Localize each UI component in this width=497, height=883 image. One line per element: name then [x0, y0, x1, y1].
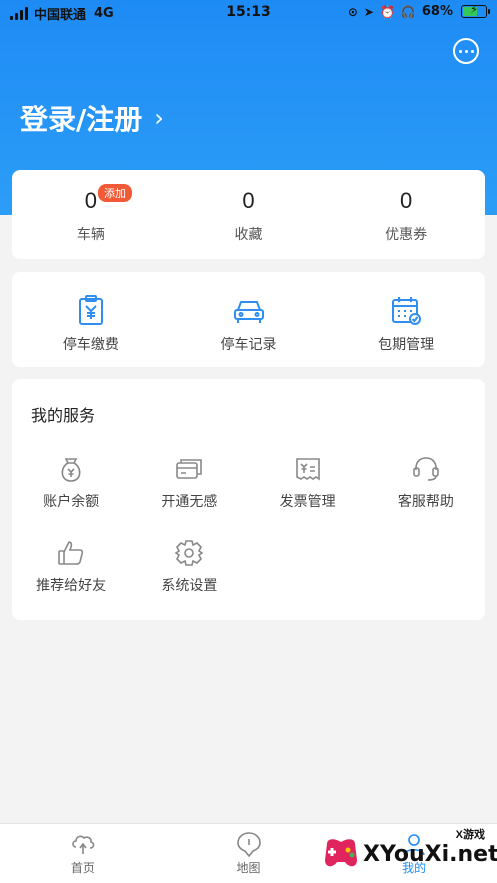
auto-pay-button[interactable]: 开通无感	[130, 453, 248, 511]
tab-map[interactable]: 地图	[166, 824, 332, 883]
account-balance-button[interactable]: 账户余额	[12, 453, 130, 511]
gear-icon	[130, 537, 248, 569]
login-register-link[interactable]: 登录/注册 ›	[20, 98, 164, 138]
money-bag-icon	[12, 453, 130, 485]
action-label: 停车记录	[220, 336, 277, 352]
quick-actions-card: 停车缴费 停车记录 包期管理	[12, 272, 485, 367]
status-bar: 中国联通 4G 15:13 ⊙ ➤ ⏰ 🎧 68% ⚡	[0, 0, 497, 26]
thumbs-up-icon	[12, 537, 130, 569]
service-label: 推荐给好友	[36, 577, 107, 593]
tab-label: 地图	[236, 861, 261, 875]
battery-icon: ⚡	[461, 3, 490, 18]
watermark-text: XYouXi.net	[363, 842, 497, 867]
battery-percent: 68%	[421, 4, 453, 19]
stat-coupons[interactable]: 0 优惠券	[327, 170, 485, 259]
map-pin-icon	[166, 832, 332, 858]
customer-service-button[interactable]: 客服帮助	[367, 453, 485, 511]
stat-label: 优惠券	[385, 226, 428, 242]
add-vehicle-badge[interactable]: 添加	[98, 184, 132, 202]
alarm-icon: ⏰	[379, 4, 395, 19]
watermark-small-text: X游戏	[455, 829, 485, 841]
tab-label: 首页	[70, 861, 95, 875]
parking-fee-button[interactable]: 停车缴费	[12, 272, 170, 367]
action-label: 包期管理	[378, 336, 435, 352]
parking-record-button[interactable]: 停车记录	[170, 272, 328, 367]
login-label: 登录/注册	[20, 103, 143, 136]
calendar-icon	[327, 294, 485, 326]
action-label: 停车缴费	[62, 336, 119, 352]
chevron-right-icon: ›	[154, 104, 164, 132]
parking-fee-icon	[12, 294, 170, 326]
invoice-management-button[interactable]: 发票管理	[249, 453, 367, 511]
package-management-button[interactable]: 包期管理	[327, 272, 485, 367]
stat-value: 0	[400, 188, 413, 213]
recommend-friend-button[interactable]: 推荐给好友	[12, 537, 130, 595]
headset-icon	[367, 453, 485, 485]
car-icon	[170, 294, 328, 326]
services-card: 我的服务 账户余额 开通无感 发票管理 客服帮助 推荐给好友 系统设置	[12, 379, 485, 620]
location-icon: ➤	[363, 4, 374, 19]
service-label: 账户余额	[43, 493, 100, 509]
card-icon	[130, 453, 248, 485]
service-label: 开通无感	[161, 493, 218, 509]
chat-bubble-icon	[458, 49, 462, 53]
stat-value: 0	[242, 188, 255, 213]
services-title: 我的服务	[31, 408, 96, 425]
stat-label: 车辆	[76, 226, 105, 242]
headphones-icon: 🎧	[400, 4, 416, 19]
stat-favorites[interactable]: 0 收藏	[170, 170, 328, 259]
message-button[interactable]	[453, 38, 479, 64]
service-label: 客服帮助	[397, 493, 454, 509]
orientation-lock-icon: ⊙	[347, 4, 358, 19]
stat-vehicles[interactable]: 0 添加 车辆	[12, 170, 170, 259]
stat-value: 0	[84, 188, 97, 213]
stat-label: 收藏	[234, 226, 263, 242]
service-label: 发票管理	[279, 493, 336, 509]
system-settings-button[interactable]: 系统设置	[130, 537, 248, 595]
home-icon	[0, 832, 166, 856]
stats-card: 0 添加 车辆 0 收藏 0 优惠券	[12, 170, 485, 259]
tab-home[interactable]: 首页	[0, 824, 166, 883]
site-watermark: XYouXi.net X游戏	[319, 826, 497, 880]
gamepad-logo-icon	[325, 839, 357, 867]
invoice-icon	[249, 453, 367, 485]
service-label: 系统设置	[161, 577, 218, 593]
